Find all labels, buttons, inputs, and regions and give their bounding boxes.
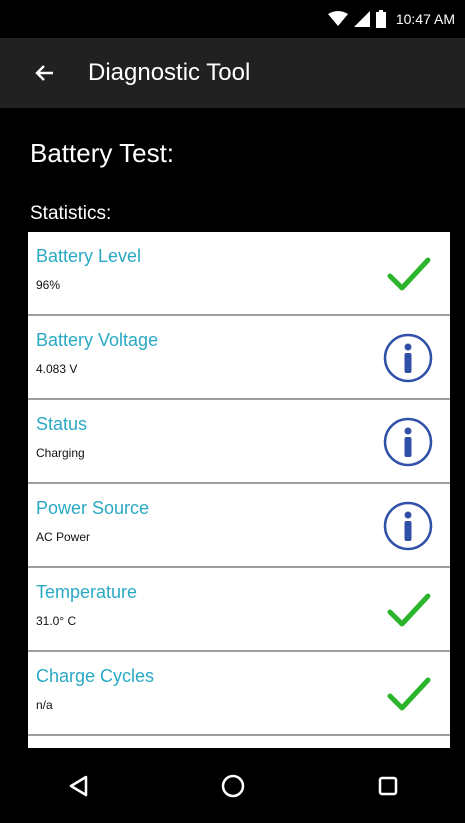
back-triangle-icon	[69, 775, 87, 796]
stat-name: Battery Level	[36, 246, 142, 266]
status-bar: 10:47 AM	[0, 0, 465, 38]
check-icon	[387, 677, 431, 711]
signal-icon	[353, 11, 370, 27]
stat-row-temperature[interactable]: Temperature 31.0° C	[28, 568, 450, 652]
system-nav-bar	[0, 748, 465, 823]
page-title: Diagnostic Tool	[88, 59, 251, 86]
stat-row-battery-voltage[interactable]: Battery Voltage 4.083 V	[28, 316, 450, 400]
stat-value: 96%	[36, 278, 61, 292]
stat-value: AC Power	[36, 530, 91, 544]
stat-name: Charge Cycles	[36, 666, 155, 686]
section-title: Battery Test:	[30, 138, 175, 168]
stat-value: Charging	[36, 446, 85, 460]
stat-row-status[interactable]: Status Charging	[28, 400, 450, 484]
status-time: 10:47 AM	[395, 11, 455, 27]
check-icon	[387, 593, 431, 627]
recents-square-icon	[378, 776, 397, 795]
app-toolbar: Diagnostic Tool	[0, 38, 465, 108]
info-icon	[383, 333, 433, 383]
nav-home-button[interactable]	[213, 766, 253, 806]
nav-recents-button[interactable]	[368, 766, 408, 806]
info-icon	[383, 501, 433, 551]
stat-name: Battery Voltage	[36, 330, 159, 350]
back-button[interactable]	[28, 57, 60, 89]
stat-value: n/a	[36, 698, 53, 712]
battery-icon	[375, 10, 386, 28]
stat-row-charge-cycles[interactable]: Charge Cycles n/a	[28, 652, 450, 736]
statistics-label: Statistics:	[30, 203, 112, 224]
stat-name: Power Source	[36, 498, 150, 518]
stat-row-partial[interactable]	[28, 736, 450, 748]
stat-name: Temperature	[36, 582, 138, 602]
check-icon	[387, 257, 431, 291]
wifi-icon	[327, 11, 348, 26]
stat-value: 31.0° C	[36, 614, 77, 628]
stat-row-battery-level[interactable]: Battery Level 96%	[28, 232, 450, 316]
stat-name: Status	[36, 414, 88, 434]
main-content: Battery Test: Statistics: Battery Level …	[0, 108, 465, 748]
stats-list[interactable]: Battery Level 96% Battery Voltage 4.083 …	[28, 232, 450, 748]
stat-row-power-source[interactable]: Power Source AC Power	[28, 484, 450, 568]
home-circle-icon	[221, 774, 244, 797]
nav-back-button[interactable]	[58, 766, 98, 806]
info-icon	[383, 417, 433, 467]
arrow-left-icon	[35, 65, 53, 81]
stat-value: 4.083 V	[36, 362, 78, 376]
